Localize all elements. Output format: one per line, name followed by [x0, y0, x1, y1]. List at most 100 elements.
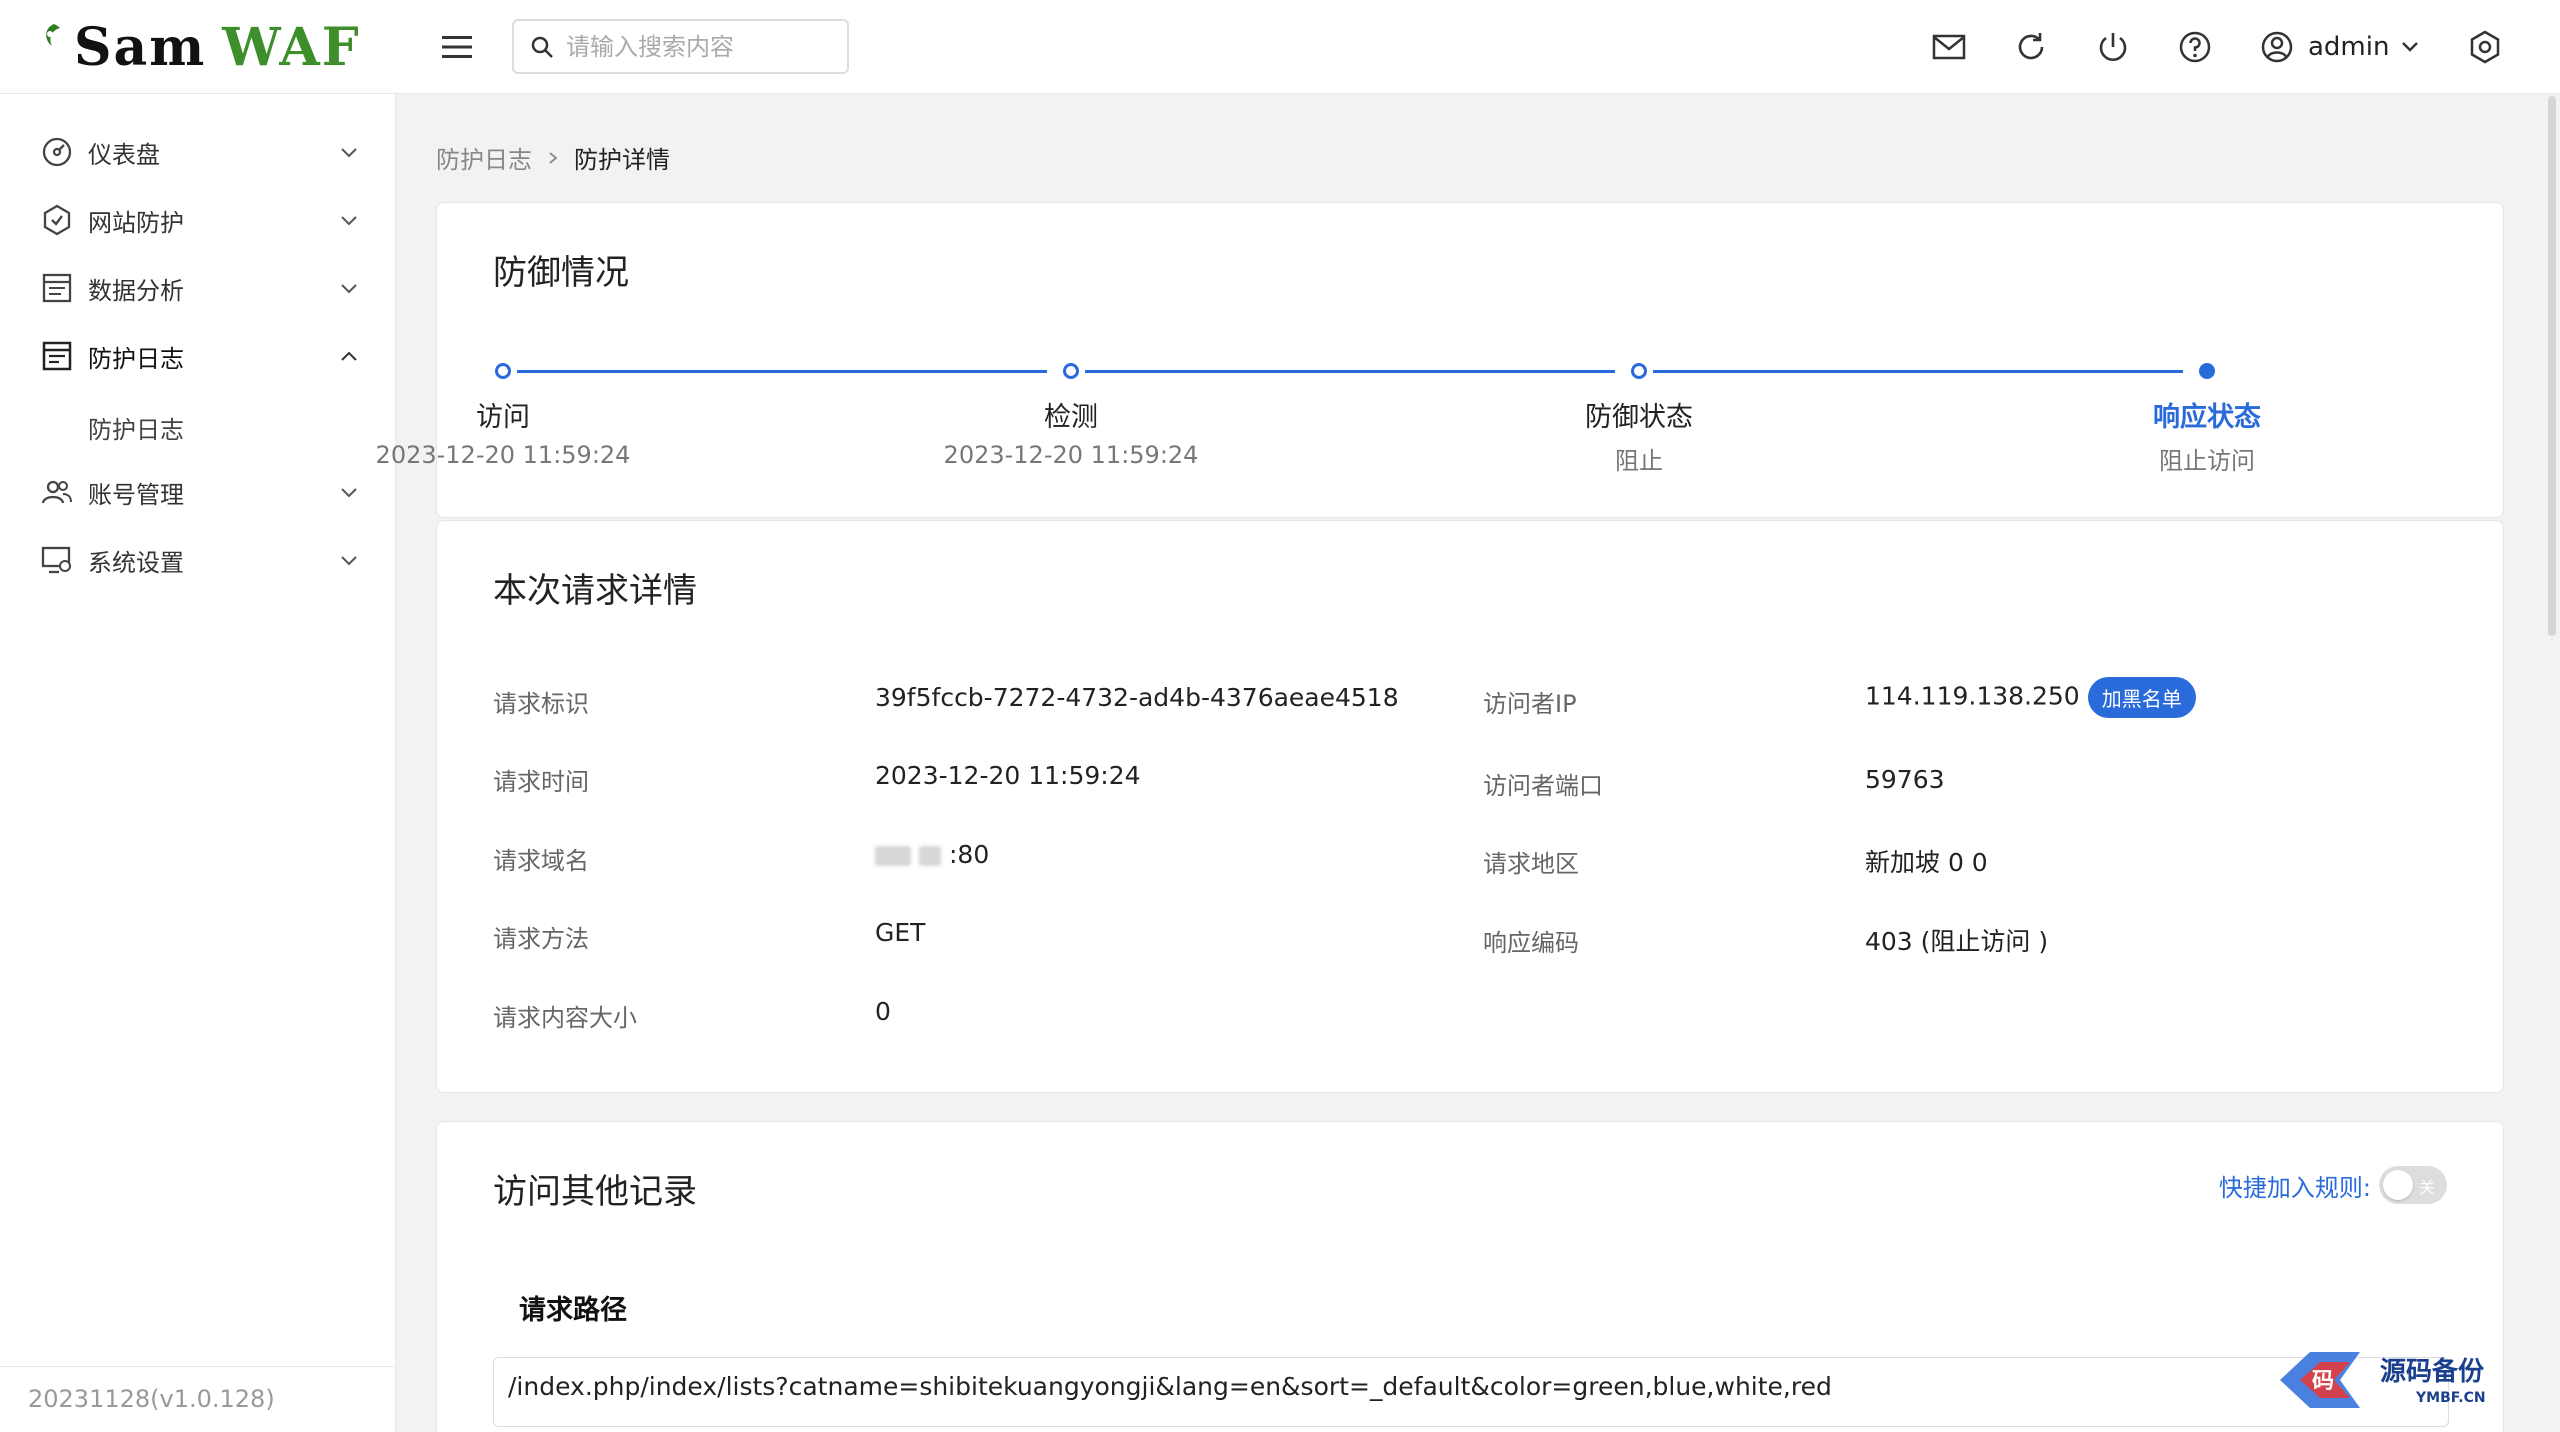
svg-text:YMBF.CN: YMBF.CN — [2415, 1390, 2486, 1406]
help-icon — [2179, 31, 2211, 63]
sidebar-item-data-analysis[interactable]: 数据分析 — [0, 254, 396, 322]
step-dot — [495, 363, 511, 379]
sidebar-item-system-settings[interactable]: 系统设置 — [0, 526, 396, 594]
sidebar-item-label: 仪表盘 — [88, 140, 160, 169]
detail-label: 访问者端口 — [1483, 772, 1603, 800]
user-name: admin — [2308, 32, 2390, 62]
leaf-logo-icon — [46, 24, 60, 46]
refresh-icon — [2018, 33, 2044, 60]
quick-add-rule-label: 快捷加入规则: — [2218, 1173, 2371, 1202]
detail-label: 响应编码 — [1483, 929, 1579, 957]
detail-label: 请求域名 — [493, 847, 589, 875]
step-desc: 阻止 — [1615, 447, 1663, 475]
visitor-ip: 114.119.138.250 — [1865, 681, 2080, 711]
svg-text:码: 码 — [2312, 1368, 2334, 1394]
step-desc: 2023-12-20 11:59:24 — [943, 441, 1199, 469]
detail-label: 请求方法 — [493, 925, 589, 953]
sidebar-item-site-protection[interactable]: 网站防护 — [0, 186, 396, 254]
shield-icon — [40, 203, 74, 237]
chevron-down-icon — [341, 148, 357, 158]
chevron-down-icon — [341, 284, 357, 294]
sidebar-item-label: 数据分析 — [88, 276, 184, 305]
top-header: Sam WAF 请输入搜索内容 admin — [0, 0, 2560, 94]
search-box[interactable] — [512, 19, 849, 74]
redacted-domain — [919, 846, 941, 866]
chevron-up-icon — [341, 351, 357, 361]
request-details-card: 本次请求详情 请求标识 39f5fccb-7272-4732-ad4b-4376… — [436, 520, 2504, 1093]
detail-value-request-id: 39f5fccb-7272-4732-ad4b-4376aeae4518 — [875, 683, 1399, 712]
step-name-active: 响应状态 — [2153, 402, 2261, 433]
mail-icon — [1932, 34, 1966, 60]
quick-add-rule-toggle[interactable]: 关 — [2379, 1166, 2447, 1204]
users-icon — [40, 475, 74, 509]
user-menu[interactable]: admin — [2260, 26, 2419, 68]
defense-steps: 访问 2023-12-20 11:59:24 检测 2023-12-20 11:… — [376, 353, 2393, 475]
sidebar-subitem-protection-log[interactable]: 防护日志 — [0, 390, 396, 458]
logo-text-waf: WAF — [222, 16, 361, 78]
step-dot — [1631, 363, 1647, 379]
sidebar-item-account-management[interactable]: 账号管理 — [0, 458, 396, 526]
sidebar-item-dashboard[interactable]: 仪表盘 — [0, 118, 396, 186]
request-path-field[interactable]: /index.php/index/lists?catname=shibiteku… — [493, 1357, 2449, 1427]
step-name: 检测 — [1044, 402, 1098, 433]
domain-port: :80 — [949, 840, 990, 869]
step-desc: 阻止访问 — [2159, 447, 2255, 475]
breadcrumb-parent[interactable]: 防护日志 — [436, 140, 532, 175]
detail-value-request-domain: :80 — [875, 840, 989, 869]
settings-icon — [2470, 30, 2500, 64]
breadcrumb: 防护日志 防护详情 — [436, 140, 670, 175]
settings-button[interactable] — [2464, 26, 2506, 68]
add-blacklist-button[interactable]: 加黑名单 — [2087, 677, 2196, 718]
detail-value-request-method: GET — [875, 918, 926, 947]
request-path-title: 请求路径 — [519, 1295, 627, 1326]
step-connector — [1085, 370, 1615, 373]
card-title: 访问其他记录 — [493, 1172, 697, 1212]
refresh-button[interactable] — [2010, 26, 2052, 68]
chevron-right-icon — [549, 151, 558, 164]
detail-value-visitor-port: 59763 — [1865, 765, 1945, 794]
detail-value-visitor-ip: 114.119.138.250 加黑名单 — [1865, 677, 2196, 718]
user-icon — [2261, 31, 2293, 63]
chevron-down-icon — [341, 216, 357, 226]
card-title: 本次请求详情 — [493, 571, 697, 611]
sidebar-subitem-label: 防护日志 — [88, 416, 184, 444]
detail-value-region: 新加坡 0 0 — [1865, 848, 1988, 877]
detail-value-content-size: 0 — [875, 997, 891, 1026]
watermark-logo: 码 源码备份 YMBF.CN — [2270, 1340, 2540, 1420]
step-dot — [1063, 363, 1079, 379]
chevron-down-icon — [341, 556, 357, 566]
app-version: 20231128(v1.0.128) — [0, 1366, 396, 1432]
sidebar-item-label: 账号管理 — [88, 480, 184, 509]
step-connector — [517, 370, 1047, 373]
other-records-card: 访问其他记录 快捷加入规则: 关 请求路径 /index.php/index/l… — [436, 1121, 2504, 1432]
svg-text:源码备份: 源码备份 — [2380, 1357, 2484, 1387]
defense-status-card: 防御情况 访问 2023-12-20 11:59:24 检测 2023-12-2… — [376, 202, 2504, 518]
menu-toggle-button[interactable] — [440, 30, 474, 64]
chevron-down-icon — [341, 488, 357, 498]
watermark-emblem-icon: 码 源码备份 YMBF.CN — [2280, 1352, 2486, 1408]
card-title: 防御情况 — [493, 253, 629, 293]
step-connector — [1653, 370, 2183, 373]
step-desc: 2023-12-20 11:59:24 — [375, 441, 631, 469]
sidebar-item-protection-log[interactable]: 防护日志 — [0, 322, 396, 390]
redacted-domain — [875, 846, 911, 866]
page-scrollbar[interactable] — [2548, 96, 2556, 636]
help-button[interactable] — [2174, 26, 2216, 68]
sidebar-item-label: 网站防护 — [88, 208, 184, 237]
mail-button[interactable] — [1928, 26, 1970, 68]
breadcrumb-current: 防护详情 — [574, 146, 670, 174]
step-dot-active — [2199, 363, 2215, 379]
sidebar-item-label: 系统设置 — [88, 548, 184, 577]
log-icon — [40, 339, 74, 373]
search-input[interactable] — [566, 32, 836, 61]
app-logo[interactable]: Sam WAF — [40, 14, 361, 80]
detail-label: 请求标识 — [493, 690, 589, 718]
detail-value-request-time: 2023-12-20 11:59:24 — [875, 761, 1141, 790]
logout-button[interactable] — [2092, 26, 2134, 68]
logo-text-sam: Sam — [74, 16, 207, 78]
dashboard-icon — [40, 135, 74, 169]
quick-add-rule: 快捷加入规则: 关 — [2219, 1166, 2447, 1204]
detail-label: 请求内容大小 — [493, 1004, 637, 1032]
detail-value-response-code: 403 (阻止访问 ) — [1865, 927, 2049, 956]
search-icon — [531, 36, 553, 58]
